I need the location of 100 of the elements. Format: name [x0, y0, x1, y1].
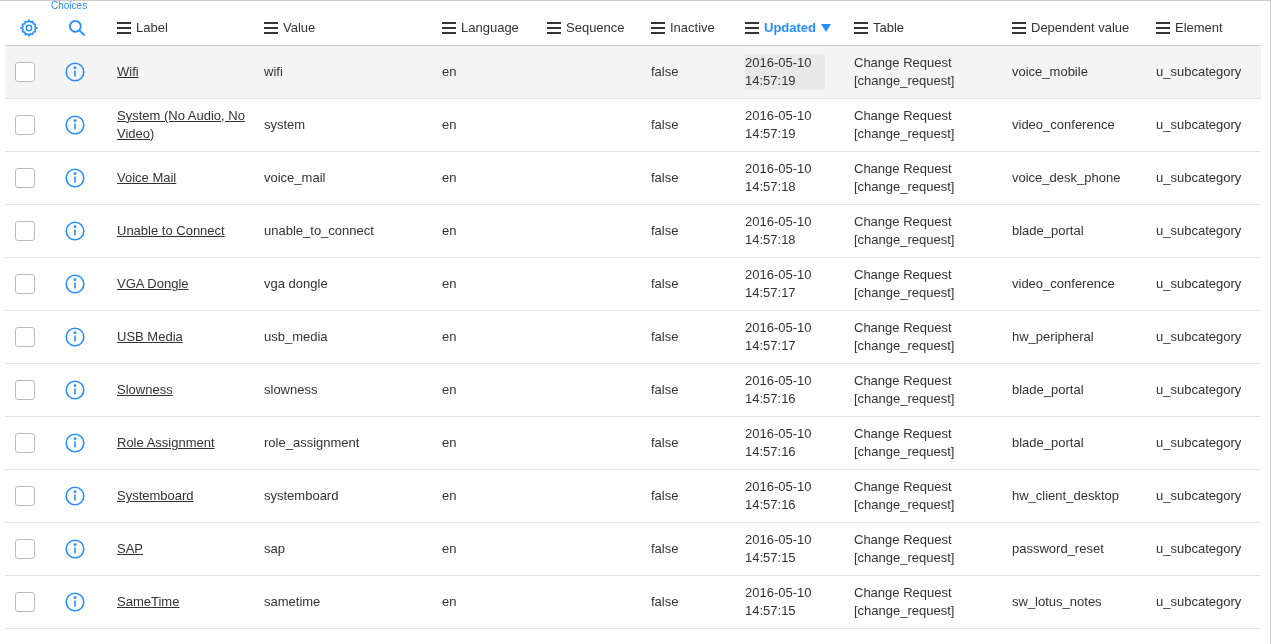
row-checkbox[interactable]	[15, 221, 35, 241]
table-cell: false	[651, 117, 679, 133]
label-link[interactable]: Wifi	[117, 63, 139, 82]
label-link[interactable]: System (No Audio, No Video)	[117, 106, 248, 143]
table-cell: blade_portal	[1012, 435, 1084, 451]
table-cell-text: 2016-05-10 14:57:16	[745, 478, 813, 514]
table-cell: false	[651, 594, 679, 610]
label-link[interactable]: Voice Mail	[117, 169, 177, 188]
table-cell: password_reset	[1012, 541, 1104, 557]
menu-icon[interactable]	[745, 22, 759, 34]
menu-icon[interactable]	[1156, 22, 1170, 34]
info-icon[interactable]	[65, 380, 85, 400]
table-cell-text: Change Request [change_request]	[854, 213, 956, 249]
label-link[interactable]: Role Assignment	[117, 434, 215, 453]
table-cell: voice_mobile	[1012, 64, 1088, 80]
menu-icon[interactable]	[547, 22, 561, 34]
column-header[interactable]: Dependent value	[1031, 18, 1130, 38]
menu-icon[interactable]	[117, 22, 131, 34]
table-cell: u_subcategory	[1156, 329, 1242, 345]
row-checkbox[interactable]	[15, 115, 35, 135]
table-cell-text: Change Request [change_request]	[854, 425, 956, 461]
table-cell: u_subcategory	[1156, 594, 1242, 610]
label-link[interactable]: VGA Dongle	[117, 275, 189, 294]
table-cell-text: Change Request [change_request]	[854, 319, 956, 355]
table-cell-text: Change Request [change_request]	[854, 584, 956, 620]
sort-descending-icon[interactable]	[821, 24, 831, 32]
column-header[interactable]: Table	[873, 18, 905, 38]
table-cell: en	[442, 117, 457, 133]
row-checkbox[interactable]	[15, 486, 35, 506]
table-cell-text: 2016-05-10 14:57:17	[745, 266, 813, 302]
table-cell: sw_lotus_notes	[1012, 594, 1102, 610]
info-icon[interactable]	[65, 433, 85, 453]
label-link[interactable]: Slowness	[117, 381, 173, 400]
menu-icon[interactable]	[1012, 22, 1026, 34]
table-cell-text: 2016-05-10 14:57:17	[745, 319, 813, 355]
label-link[interactable]: Unable to Connect	[117, 222, 225, 241]
table-cell: 2016-05-10 14:57:19	[745, 54, 825, 90]
choices-link[interactable]: Choices	[51, 1, 88, 11]
info-icon[interactable]	[65, 327, 85, 347]
search-icon[interactable]	[67, 18, 87, 38]
table-cell: u_subcategory	[1156, 382, 1242, 398]
info-icon[interactable]	[65, 115, 85, 135]
info-icon[interactable]	[65, 168, 85, 188]
column-header[interactable]: Element	[1175, 18, 1223, 38]
menu-icon[interactable]	[854, 22, 868, 34]
table-cell: en	[442, 541, 457, 557]
info-icon[interactable]	[65, 62, 85, 82]
table-cell: u_subcategory	[1156, 541, 1242, 557]
label-link[interactable]: Systemboard	[117, 487, 194, 506]
table-cell-text: Change Request [change_request]	[854, 160, 956, 196]
row-checkbox[interactable]	[15, 539, 35, 559]
menu-icon[interactable]	[264, 22, 278, 34]
column-header[interactable]: Label	[136, 18, 168, 38]
table-cell: u_subcategory	[1156, 64, 1242, 80]
table-cell: wifi	[264, 64, 283, 80]
info-icon[interactable]	[65, 539, 85, 559]
table-cell: u_subcategory	[1156, 488, 1242, 504]
row-checkbox[interactable]	[15, 433, 35, 453]
table-cell: u_subcategory	[1156, 223, 1242, 239]
table-row[interactable]: Wifi wifi en false 2016-05-10 14:57:19 Change Request [change_request] voice_mobile u_subcategory	[5, 46, 1261, 99]
row-checkbox[interactable]	[15, 592, 35, 612]
row-checkbox[interactable]	[15, 274, 35, 294]
row-checkbox[interactable]	[15, 327, 35, 347]
table-cell: en	[442, 276, 457, 292]
table-cell: video_conference	[1012, 276, 1115, 292]
info-icon[interactable]	[65, 592, 85, 612]
row-checkbox[interactable]	[15, 380, 35, 400]
label-link[interactable]: SAP	[117, 540, 143, 559]
table-cell-text: 2016-05-10 14:57:15	[745, 531, 813, 567]
table-cell: false	[651, 329, 679, 345]
row-checkbox[interactable]	[15, 62, 35, 82]
table-cell: en	[442, 488, 457, 504]
column-header[interactable]: Sequence	[566, 18, 625, 38]
column-header[interactable]: Value	[283, 18, 316, 38]
settings-icon[interactable]	[19, 18, 39, 38]
table-cell: video_conference	[1012, 117, 1115, 133]
table-cell-text: Change Request [change_request]	[854, 531, 956, 567]
table-cell: hw_peripheral	[1012, 329, 1094, 345]
table-cell: u_subcategory	[1156, 276, 1242, 292]
table-cell-text: Change Request [change_request]	[854, 478, 956, 514]
column-header[interactable]: Language	[461, 18, 519, 38]
table-cell: usb_media	[264, 329, 328, 345]
info-icon[interactable]	[65, 486, 85, 506]
menu-icon[interactable]	[651, 22, 665, 34]
info-icon[interactable]	[65, 221, 85, 241]
table-cell: sap	[264, 541, 285, 557]
table-cell-text: 2016-05-10 14:57:15	[745, 584, 813, 620]
row-checkbox[interactable]	[15, 168, 35, 188]
table-cell-text: 2016-05-10 14:57:16	[745, 372, 813, 408]
table-cell: false	[651, 64, 679, 80]
info-icon[interactable]	[65, 274, 85, 294]
label-link[interactable]: USB Media	[117, 328, 183, 347]
label-link[interactable]: SameTime	[117, 593, 180, 612]
table-cell: en	[442, 435, 457, 451]
menu-icon[interactable]	[442, 22, 456, 34]
column-header[interactable]: Inactive	[670, 18, 715, 38]
table-cell: en	[442, 329, 457, 345]
table-cell-text: 2016-05-10 14:57:16	[745, 425, 813, 461]
table-cell: u_subcategory	[1156, 170, 1242, 186]
table-cell: en	[442, 594, 457, 610]
